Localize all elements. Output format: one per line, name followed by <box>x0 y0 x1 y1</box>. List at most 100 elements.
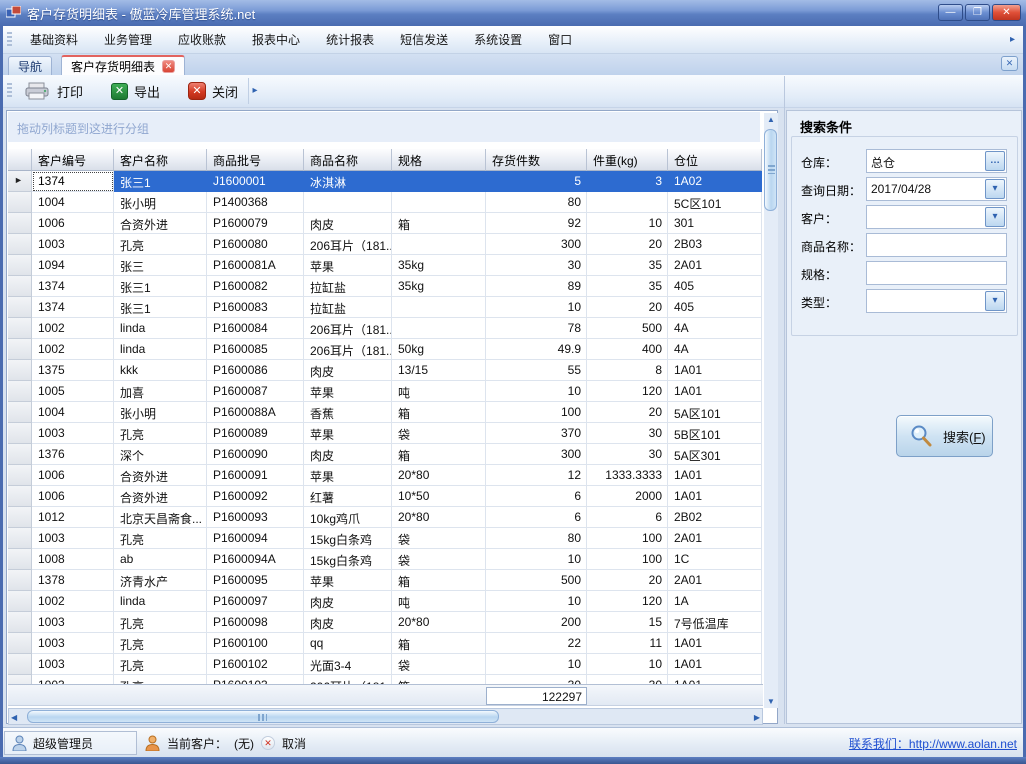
grid-cell[interactable]: ab <box>114 549 207 570</box>
grid-cell[interactable]: 89 <box>486 276 587 297</box>
grid-cell[interactable]: 孔亮 <box>114 675 207 684</box>
grid-cell[interactable]: 箱 <box>392 444 486 465</box>
grid-cell[interactable]: 箱 <box>392 570 486 591</box>
table-row[interactable]: 1002lindaP1600085206耳片（181...50kg49.9400… <box>8 339 763 360</box>
grid-cell[interactable]: P1600080 <box>207 234 304 255</box>
menu-item-1[interactable]: 基础资料 <box>17 29 91 51</box>
grid-cell[interactable]: 20 <box>587 402 668 423</box>
grid-cell[interactable]: 35kg <box>392 255 486 276</box>
grid-cell[interactable]: P1600082 <box>207 276 304 297</box>
grid-cell[interactable]: 1A01 <box>668 654 762 675</box>
menu-item-2[interactable]: 业务管理 <box>91 29 165 51</box>
grid-cell[interactable]: 100 <box>486 402 587 423</box>
grid-cell[interactable]: P1600084 <box>207 318 304 339</box>
grid-cell[interactable]: P1600097 <box>207 591 304 612</box>
column-header-5[interactable]: 规格 <box>392 149 486 171</box>
grid-cell[interactable]: P1600087 <box>207 381 304 402</box>
grid-cell[interactable]: 400 <box>587 339 668 360</box>
search-field-input-3[interactable]: ▾ <box>866 205 1007 229</box>
ellipsis-button[interactable]: … <box>985 151 1005 171</box>
grid-cell[interactable]: 3 <box>587 171 668 192</box>
grid-cell[interactable]: linda <box>114 339 207 360</box>
menu-item-4[interactable]: 报表中心 <box>239 29 313 51</box>
column-header-4[interactable]: 商品名称 <box>304 149 392 171</box>
grid-cell[interactable]: 红薯 <box>304 486 392 507</box>
search-field-input-2[interactable]: 2017/04/28▾ <box>866 177 1007 201</box>
tab-close-icon[interactable]: ✕ <box>162 60 175 73</box>
menu-item-7[interactable]: 系统设置 <box>461 29 535 51</box>
grid-cell[interactable]: 1003 <box>32 675 114 684</box>
grid-cell[interactable]: 1A01 <box>668 486 762 507</box>
grid-cell[interactable]: 肉皮 <box>304 213 392 234</box>
table-row[interactable]: 1003孔亮P1600103206耳片（181...箱30301A01 <box>8 675 763 684</box>
minimize-button[interactable]: — <box>938 4 963 21</box>
grid-cell[interactable]: 7号低温库 <box>668 612 762 633</box>
grid-cell[interactable]: 1003 <box>32 423 114 444</box>
dropdown-arrow-icon[interactable]: ▾ <box>985 179 1005 199</box>
grid-cell[interactable]: 80 <box>486 192 587 213</box>
grid-cell[interactable]: 1003 <box>32 528 114 549</box>
print-button[interactable]: 打印 <box>17 78 91 104</box>
grid-cell[interactable]: 10 <box>486 381 587 402</box>
grid-cell[interactable]: 北京天昌斋食... <box>114 507 207 528</box>
grid-cell[interactable]: P1600090 <box>207 444 304 465</box>
column-header-6[interactable]: 存货件数 <box>486 149 587 171</box>
scroll-left-icon[interactable]: ◀ <box>11 713 17 722</box>
panel-splitter[interactable] <box>784 76 785 724</box>
grid-cell[interactable]: 20*80 <box>392 465 486 486</box>
grid-cell[interactable]: 30 <box>587 423 668 444</box>
grid-cell[interactable]: P1600083 <box>207 297 304 318</box>
column-header-7[interactable]: 件重(kg) <box>587 149 668 171</box>
grid-cell[interactable]: 1003 <box>32 633 114 654</box>
grid-cell[interactable]: 1094 <box>32 255 114 276</box>
table-row[interactable]: 1378济青水产P1600095苹果箱500202A01 <box>8 570 763 591</box>
grid-cell[interactable]: 香蕉 <box>304 402 392 423</box>
menu-item-3[interactable]: 应收账款 <box>165 29 239 51</box>
grid-cell[interactable]: 合资外进 <box>114 213 207 234</box>
grid-cell[interactable]: P1600100 <box>207 633 304 654</box>
grid-cell[interactable]: P1600094 <box>207 528 304 549</box>
grid-cell[interactable]: 15 <box>587 612 668 633</box>
grid-cell[interactable]: 49.9 <box>486 339 587 360</box>
table-row[interactable]: 1006合资外进P1600092红薯10*50620001A01 <box>8 486 763 507</box>
close-button[interactable]: ✕ <box>992 4 1021 21</box>
grid-cell[interactable]: 合资外进 <box>114 465 207 486</box>
column-header-3[interactable]: 商品批号 <box>207 149 304 171</box>
grid-cell[interactable]: 孔亮 <box>114 654 207 675</box>
grid-cell[interactable]: 20*80 <box>392 507 486 528</box>
vertical-scroll-thumb[interactable] <box>764 129 777 211</box>
horizontal-scroll-thumb[interactable] <box>27 710 499 723</box>
grid-cell[interactable]: 100 <box>587 549 668 570</box>
grid-cell[interactable]: 1C <box>668 549 762 570</box>
grid-cell[interactable]: 1006 <box>32 486 114 507</box>
grid-cell[interactable] <box>392 192 486 213</box>
grid-cell[interactable]: 袋 <box>392 549 486 570</box>
grid-cell[interactable]: 1A01 <box>668 360 762 381</box>
grid-cell[interactable]: 箱 <box>392 633 486 654</box>
table-row[interactable]: 1374张三1P1600082拉缸盐35kg8935405 <box>8 276 763 297</box>
table-row[interactable]: 1374张三1P1600083拉缸盐1020405 <box>8 297 763 318</box>
dropdown-arrow-icon[interactable]: ▾ <box>985 207 1005 227</box>
table-row[interactable]: 1094张三P1600081A苹果35kg30352A01 <box>8 255 763 276</box>
tab-2[interactable]: 客户存货明细表✕ <box>61 55 185 75</box>
grid-cell[interactable]: P1400368 <box>207 192 304 213</box>
grid-cell[interactable]: 370 <box>486 423 587 444</box>
grid-cell[interactable]: 500 <box>587 318 668 339</box>
grid-cell[interactable]: P1600091 <box>207 465 304 486</box>
grid-cell[interactable]: 1012 <box>32 507 114 528</box>
grid-cell[interactable]: 50kg <box>392 339 486 360</box>
grid-cell[interactable]: 吨 <box>392 381 486 402</box>
grid-cell[interactable]: 拉缸盐 <box>304 276 392 297</box>
grid-cell[interactable]: P1600079 <box>207 213 304 234</box>
grid-cell[interactable]: 10 <box>486 654 587 675</box>
grid-cell[interactable]: 6 <box>587 507 668 528</box>
grid-cell[interactable]: 200 <box>486 612 587 633</box>
table-row[interactable]: 1003孔亮P1600098肉皮20*80200157号低温库 <box>8 612 763 633</box>
grid-cell[interactable]: 深个 <box>114 444 207 465</box>
grid-cell[interactable]: P1600094A <box>207 549 304 570</box>
grid-cell[interactable]: 15kg白条鸡 <box>304 549 392 570</box>
cancel-customer-icon[interactable]: ✕ <box>261 736 275 750</box>
grid-cell[interactable]: 1002 <box>32 318 114 339</box>
search-button[interactable]: 搜索(F) <box>896 415 993 457</box>
grid-cell[interactable]: 35kg <box>392 276 486 297</box>
